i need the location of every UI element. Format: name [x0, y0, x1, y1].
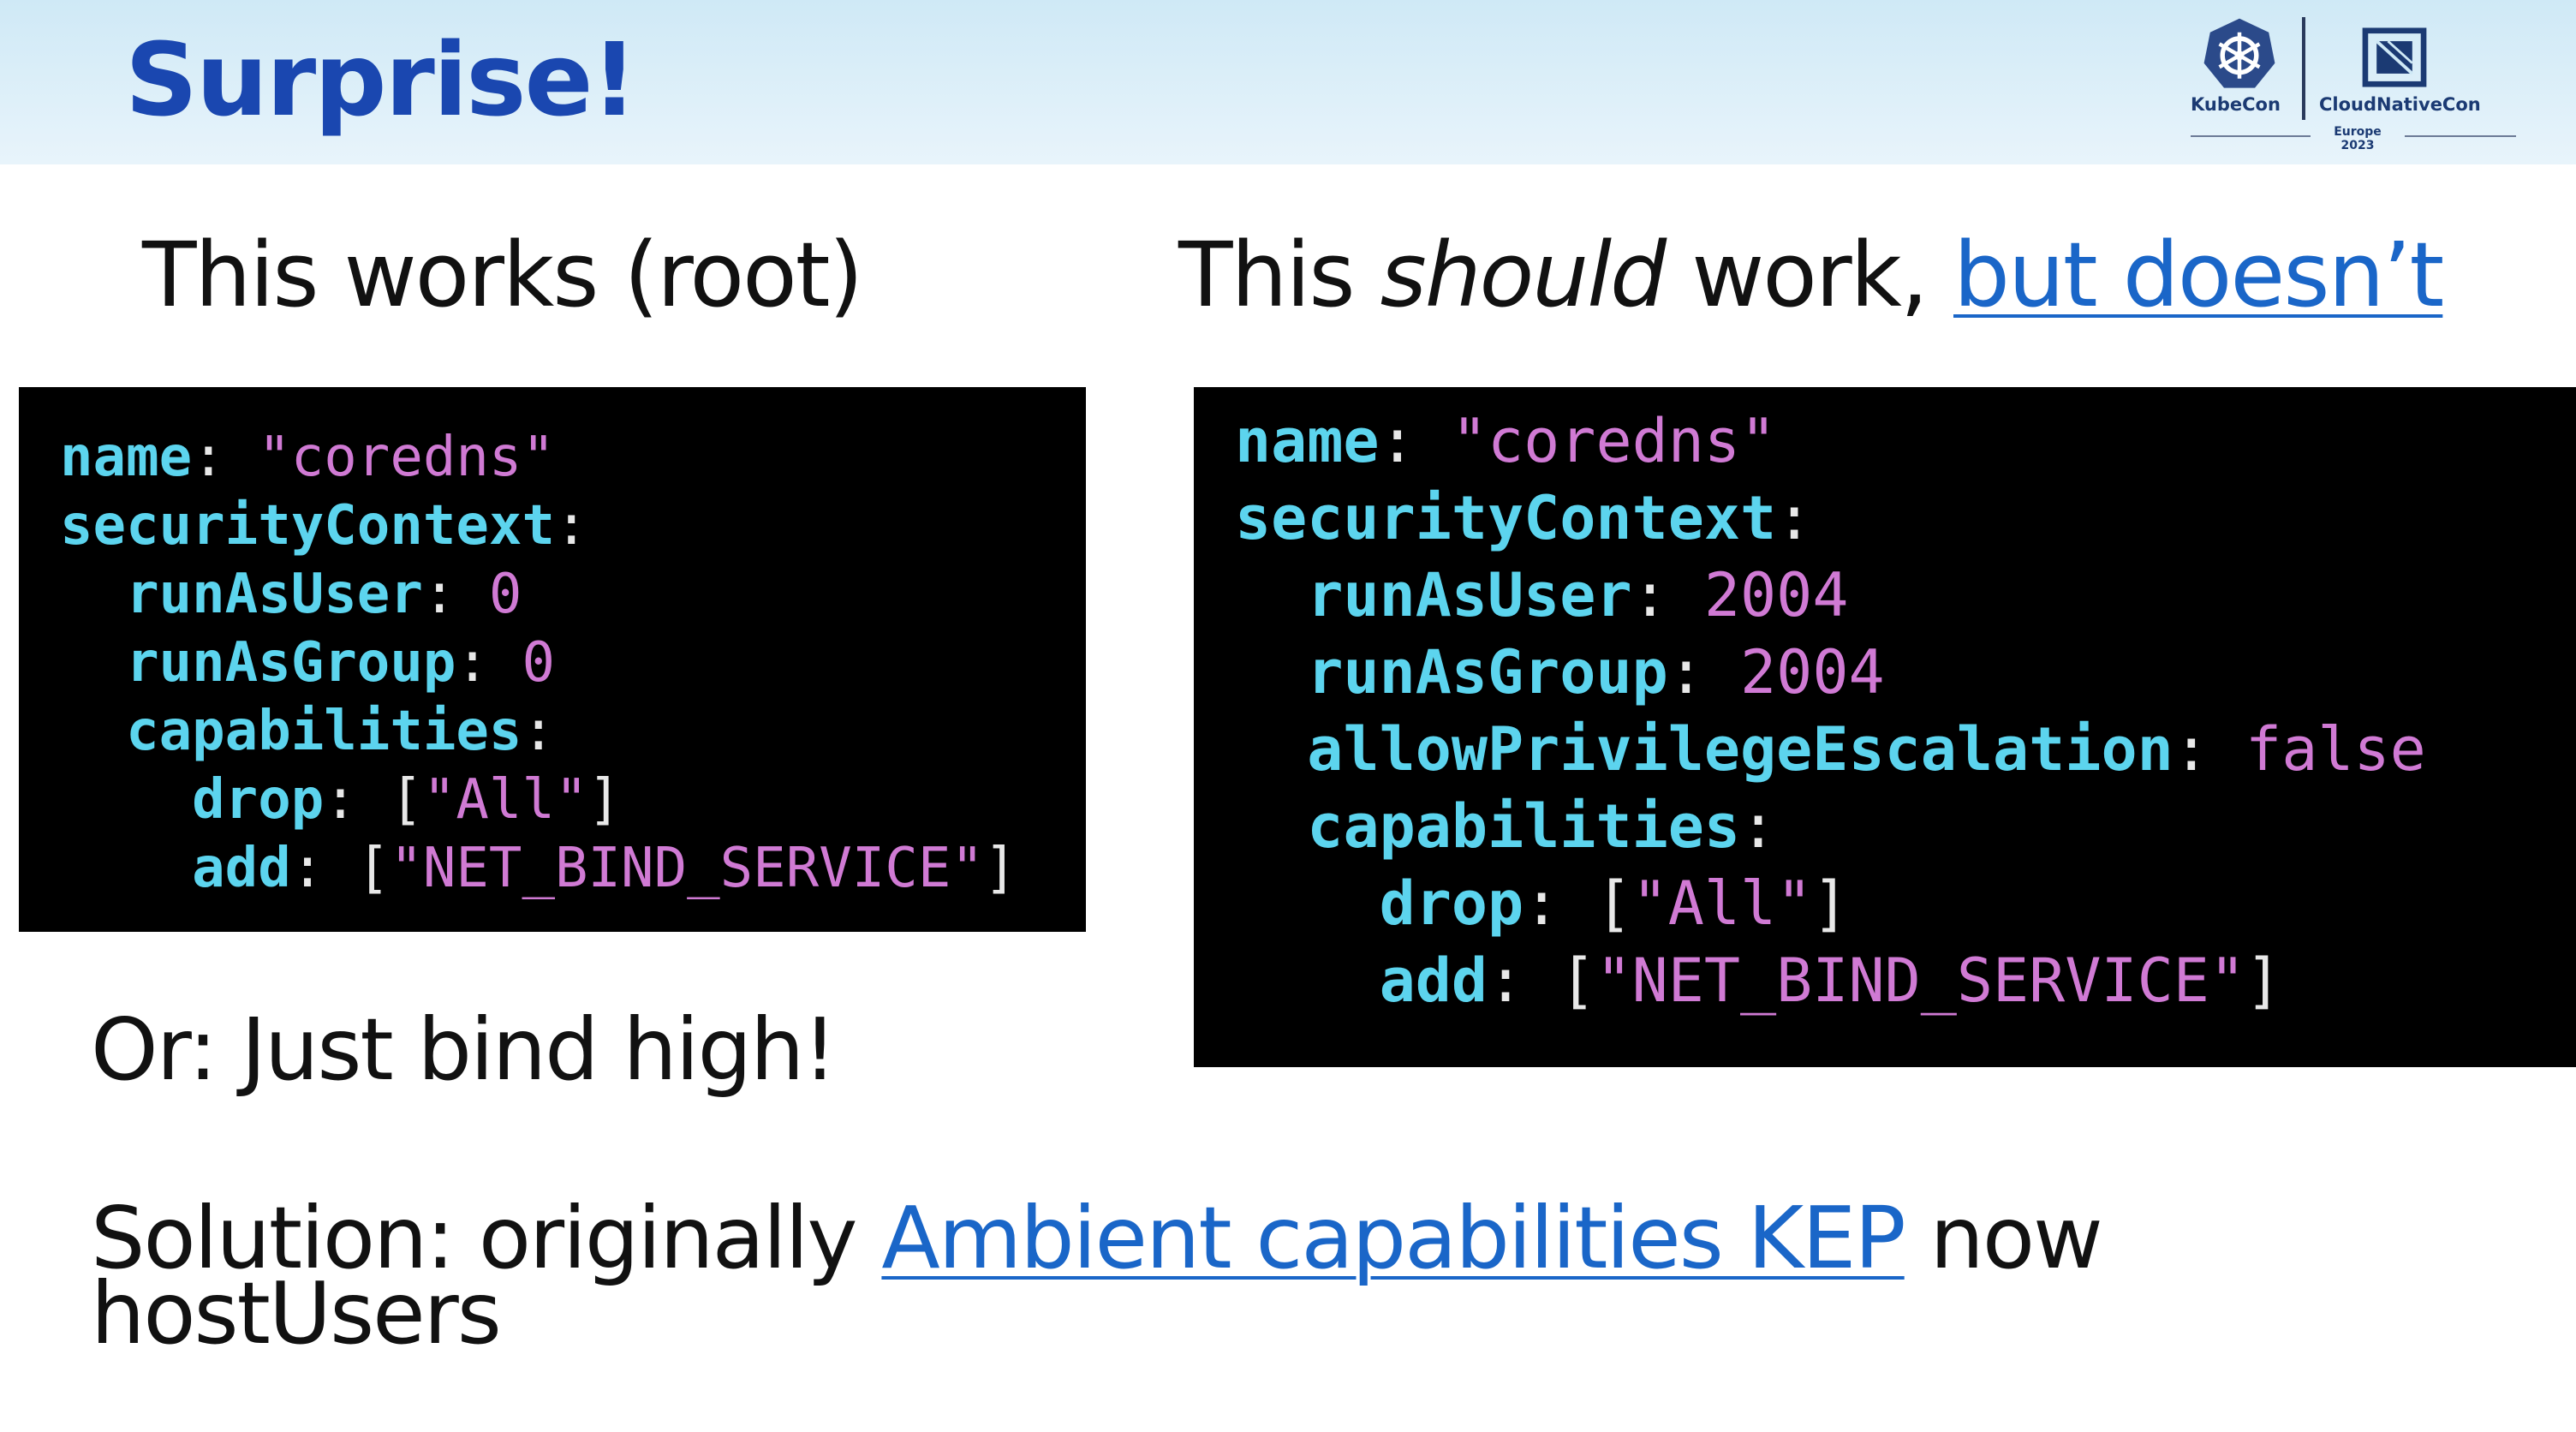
cncf-square-icon: [2362, 27, 2427, 87]
code-block-nonroot: name: "coredns" securityContext: runAsUse…: [1194, 387, 2576, 1067]
logo-rule-left: [2191, 135, 2311, 137]
code-key: add: [1379, 946, 1488, 1016]
code-line: name: "coredns": [1235, 403, 2576, 480]
code-key: name: [1235, 406, 1380, 476]
code-bracket-close: ]: [983, 837, 1017, 900]
code-separator: :: [522, 700, 555, 763]
code-value: 2004: [1703, 560, 1849, 630]
code-line: securityContext:: [60, 492, 1086, 560]
code-line: add: ["NET_BIND_SERVICE"]: [1235, 942, 2576, 1019]
code-bracket-close: ]: [2245, 946, 2282, 1016]
code-line: name: "coredns": [60, 423, 1086, 492]
solution-line-2: hostUsers: [91, 1263, 502, 1363]
code-value: "NET_BIND_SERVICE": [390, 837, 984, 900]
code-key: securityContext: [60, 494, 555, 558]
code-key: add: [192, 837, 291, 900]
code-separator: :: [1776, 483, 1813, 553]
code-key: runAsGroup: [1307, 637, 1668, 707]
code-line: drop: ["All"]: [1235, 865, 2576, 942]
code-key: name: [60, 426, 193, 489]
code-key: allowPrivilegeEscalation: [1307, 714, 2174, 785]
code-separator: :: [456, 631, 522, 695]
right-heading-part2: work,: [1665, 223, 1953, 327]
right-heading: This should work, but doesn’t: [1178, 219, 2444, 331]
code-value: false: [2245, 714, 2426, 785]
code-key: capabilities: [1307, 791, 1741, 862]
kubecon-label: KubeCon: [2191, 94, 2281, 115]
or-bind-high-text: Or: Just bind high!: [91, 999, 838, 1100]
code-value: 0: [488, 563, 522, 626]
code-separator: :: [1740, 791, 1777, 862]
left-heading: This works (root): [142, 223, 863, 327]
solution-suffix: now: [1904, 1188, 2102, 1288]
code-separator: : [: [1524, 868, 1632, 939]
code-separator: : [: [1488, 946, 1596, 1016]
logo-divider: [2302, 17, 2305, 120]
code-line: runAsUser: 0: [60, 560, 1086, 629]
code-line: securityContext:: [1235, 480, 2576, 557]
code-separator: : [: [290, 837, 391, 900]
code-key: securityContext: [1235, 483, 1777, 553]
slide-title: Surprise!: [125, 21, 637, 139]
cloudnativecon-label: CloudNativeCon: [2319, 94, 2481, 115]
code-separator: :: [192, 426, 259, 489]
code-value: "All": [1631, 868, 1813, 939]
code-separator: :: [422, 563, 489, 626]
ambient-capabilities-kep-link[interactable]: Ambient capabilities KEP: [881, 1188, 1905, 1288]
code-key: drop: [192, 768, 325, 832]
code-value: 0: [522, 631, 555, 695]
helm-wheel-icon: [2203, 18, 2275, 88]
code-line: allowPrivilegeEscalation: false: [1235, 711, 2576, 788]
right-heading-part1: This: [1178, 223, 1380, 327]
kubecon-cloudnativecon-logo: KubeCon CloudNativeCon Europe 2023: [2175, 10, 2535, 154]
code-separator: :: [2173, 714, 2246, 785]
code-separator: :: [1667, 637, 1741, 707]
code-key: capabilities: [126, 700, 522, 763]
code-value: 2004: [1740, 637, 1885, 707]
code-line: runAsGroup: 0: [60, 629, 1086, 697]
code-key: runAsUser: [1307, 560, 1632, 630]
but-doesnt-link[interactable]: but doesn’t: [1953, 223, 2444, 327]
code-key: runAsGroup: [126, 631, 456, 695]
code-value: "NET_BIND_SERVICE": [1595, 946, 2246, 1016]
code-bracket-close: ]: [1812, 868, 1849, 939]
code-value: "coredns": [1451, 406, 1777, 476]
logo-rule-right: [2405, 135, 2516, 137]
code-block-root: name: "coredns" securityContext: runAsUse…: [19, 387, 1086, 932]
code-line: runAsUser: 2004: [1235, 557, 2576, 634]
code-bracket-close: ]: [587, 768, 622, 832]
code-separator: : [: [324, 768, 423, 832]
event-label: Europe 2023: [2334, 125, 2382, 152]
code-line: capabilities:: [60, 697, 1086, 766]
code-key: drop: [1379, 868, 1524, 939]
code-value: "coredns": [258, 426, 555, 489]
slide-header: Surprise! KubeCon CloudNativeCon Europe …: [0, 0, 2576, 164]
code-value: "All": [422, 768, 588, 832]
code-separator: :: [554, 494, 588, 558]
code-line: runAsGroup: 2004: [1235, 634, 2576, 711]
code-line: add: ["NET_BIND_SERVICE"]: [60, 834, 1086, 903]
code-key: runAsUser: [126, 563, 423, 626]
code-line: capabilities:: [1235, 788, 2576, 865]
code-separator: :: [1379, 406, 1452, 476]
code-separator: :: [1631, 560, 1704, 630]
right-heading-emphasis: should: [1380, 223, 1667, 327]
code-line: drop: ["All"]: [60, 766, 1086, 834]
